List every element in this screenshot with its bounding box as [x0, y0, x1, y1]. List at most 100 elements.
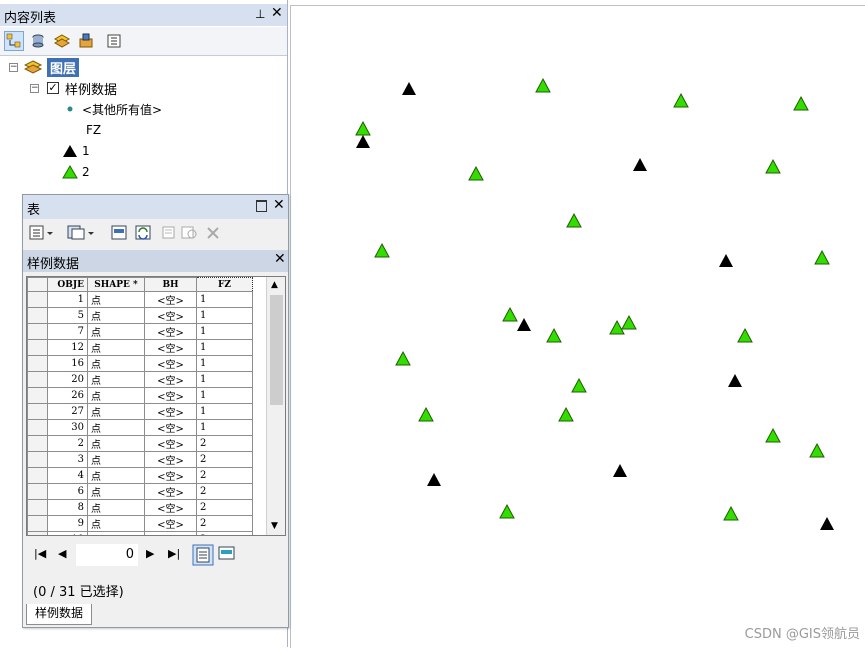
row-selector[interactable] — [27, 419, 48, 436]
table-row[interactable]: 8 点 <空> 2 — [27, 499, 253, 516]
cell-bh[interactable]: <空> — [144, 387, 197, 404]
table-window-close-icon[interactable]: ✕ — [273, 197, 285, 213]
cell-fz[interactable]: 1 — [196, 339, 253, 356]
class-2-point-symbol[interactable] — [609, 319, 625, 335]
class-2-point-symbol[interactable] — [395, 350, 411, 366]
cell-fz[interactable]: 2 — [196, 499, 253, 516]
cell-fz[interactable]: 1 — [196, 291, 253, 308]
class-2-point-symbol[interactable] — [737, 327, 753, 343]
class-1-point-symbol[interactable] — [719, 254, 733, 267]
class-2-point-symbol[interactable] — [765, 158, 781, 174]
row-selector[interactable] — [27, 483, 48, 500]
table-row[interactable]: 10点<空>2 — [27, 531, 253, 535]
cell-fz[interactable]: 2 — [196, 515, 253, 532]
class-2-point-symbol[interactable] — [621, 314, 637, 330]
row-header-corner[interactable] — [27, 277, 48, 292]
cell-bh[interactable]: <空> — [144, 483, 197, 500]
cell-bh[interactable]: <空> — [144, 323, 197, 340]
class-2-point-symbol[interactable] — [765, 427, 781, 443]
cell-objectid[interactable]: 27 — [47, 403, 88, 420]
cell-objectid[interactable]: 1 — [47, 291, 88, 308]
cell-bh[interactable]: <空> — [144, 499, 197, 516]
list-by-visibility-icon[interactable] — [52, 31, 72, 51]
cell-shape[interactable]: 点 — [87, 419, 145, 436]
cell-shape[interactable]: 点 — [87, 435, 145, 452]
class-1-point-symbol[interactable] — [613, 464, 627, 477]
column-header-fz[interactable]: FZ — [196, 277, 253, 292]
related-tables-icon[interactable] — [67, 224, 95, 242]
layer-collapse-icon[interactable]: − — [30, 83, 39, 93]
cell-bh[interactable]: <空> — [144, 355, 197, 372]
cell-fz[interactable]: 2 — [196, 467, 253, 484]
cell-fz[interactable]: 1 — [196, 403, 253, 420]
cell-shape[interactable]: 点 — [87, 499, 145, 516]
cell-shape[interactable]: 点 — [87, 339, 145, 356]
row-selector[interactable] — [27, 515, 48, 532]
cell-objectid[interactable]: 2 — [47, 435, 88, 452]
pin-icon[interactable]: ⊥ — [255, 7, 265, 21]
vertical-scrollbar[interactable]: ▲ ▼ — [266, 277, 285, 535]
table-options-icon[interactable] — [29, 224, 55, 242]
column-header-objectid[interactable]: OBJE — [47, 277, 88, 292]
cell-shape[interactable]: 点 — [87, 515, 145, 532]
column-header-bh[interactable]: BH — [144, 277, 197, 292]
last-record-icon[interactable]: ▶| — [168, 547, 180, 560]
class-2-point-symbol[interactable] — [571, 377, 587, 393]
cell-fz[interactable]: 2 — [196, 451, 253, 468]
cell-fz[interactable]: 1 — [196, 387, 253, 404]
table-row[interactable]: 6 点 <空> 2 — [27, 483, 253, 500]
select-by-attributes-icon[interactable] — [111, 224, 129, 242]
scroll-down-icon[interactable]: ▼ — [271, 521, 278, 531]
cell-objectid[interactable]: 16 — [47, 355, 88, 372]
cell-shape[interactable]: 点 — [87, 291, 145, 308]
map-canvas[interactable] — [291, 6, 865, 648]
class-2-point-symbol[interactable] — [558, 406, 574, 422]
cell-bh[interactable]: <空> — [144, 435, 197, 452]
table-row[interactable]: 3 点 <空> 2 — [27, 451, 253, 468]
class-2-point-symbol[interactable] — [673, 92, 689, 108]
column-header-shape[interactable]: SHAPE * — [87, 277, 145, 292]
first-record-icon[interactable]: |◀ — [34, 547, 46, 560]
cell-shape[interactable]: 点 — [87, 483, 145, 500]
tree-root[interactable]: − 图层 — [9, 57, 80, 77]
next-record-icon[interactable]: ▶ — [146, 547, 154, 560]
delete-selected-icon[interactable] — [205, 225, 221, 241]
cell-objectid[interactable]: 10 — [47, 531, 88, 535]
maximize-icon[interactable] — [256, 200, 267, 212]
table-row[interactable]: 16 点 <空> 1 — [27, 355, 253, 372]
class-2-point-symbol[interactable] — [723, 505, 739, 521]
class-1-point-symbol[interactable] — [820, 517, 834, 530]
layers-root-label[interactable]: 图层 — [47, 57, 80, 77]
table-row[interactable]: 2 点 <空> 2 — [27, 435, 253, 452]
cell-objectid[interactable]: 9 — [47, 515, 88, 532]
cell-shape[interactable]: 点 — [87, 451, 145, 468]
cell-shape[interactable]: 点 — [87, 387, 145, 404]
class-1-point-symbol[interactable] — [517, 318, 531, 331]
table-row[interactable]: 1 点 <空> 1 — [27, 291, 253, 308]
cell-objectid[interactable]: 5 — [47, 307, 88, 324]
row-selector[interactable] — [27, 339, 48, 356]
table-row[interactable]: 9 点 <空> 2 — [27, 515, 253, 532]
table-row[interactable]: 26 点 <空> 1 — [27, 387, 253, 404]
row-selector[interactable] — [27, 307, 48, 324]
cell-shape[interactable]: 点 — [87, 323, 145, 340]
cell-shape[interactable]: 点 — [87, 403, 145, 420]
cell-bh[interactable]: <空> — [144, 515, 197, 532]
cell-objectid[interactable]: 6 — [47, 483, 88, 500]
cell-bh[interactable]: <空> — [144, 419, 197, 436]
cell-fz[interactable]: 2 — [196, 435, 253, 452]
table-row[interactable]: 7 点 <空> 1 — [27, 323, 253, 340]
cell-fz[interactable]: 2 — [196, 531, 253, 535]
class-1-point-symbol[interactable] — [427, 473, 441, 486]
cell-objectid[interactable]: 26 — [47, 387, 88, 404]
class-2-point-symbol[interactable] — [418, 406, 434, 422]
layer-visibility-checkbox[interactable]: ✓ — [47, 82, 59, 94]
scroll-up-icon[interactable]: ▲ — [271, 280, 278, 290]
class-2-point-symbol[interactable] — [814, 249, 830, 265]
cell-fz[interactable]: 2 — [196, 483, 253, 500]
cell-objectid[interactable]: 20 — [47, 371, 88, 388]
bottom-tab-sample-data[interactable]: 样例数据 — [26, 604, 92, 625]
class-1-point-symbol[interactable] — [728, 374, 742, 387]
layer-row[interactable]: − ✓ 样例数据 — [30, 78, 117, 98]
cell-bh[interactable]: <空> — [144, 403, 197, 420]
